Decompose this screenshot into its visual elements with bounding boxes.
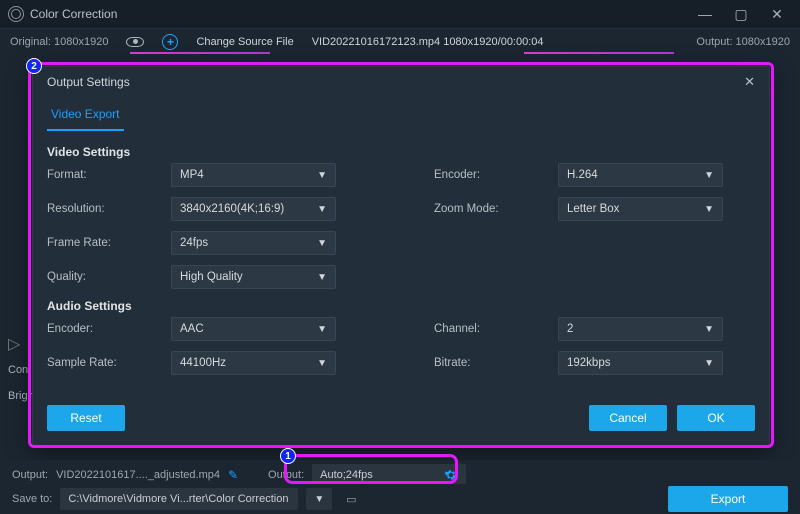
edit-output-name-icon[interactable]: ✎ [228, 468, 238, 482]
chevron-down-icon: ▼ [704, 324, 714, 335]
resolution-label: Resolution: [47, 203, 157, 215]
output-file-label: Output: [12, 469, 48, 481]
zoom-mode-label: Zoom Mode: [434, 203, 544, 215]
quality-label: Quality: [47, 271, 157, 283]
close-dialog-button[interactable]: ✕ [744, 74, 755, 90]
chevron-down-icon: ▼ [317, 238, 327, 249]
ok-button[interactable]: OK [677, 405, 755, 431]
output-file-name: VID2022101617...._adjusted.mp4 [56, 469, 220, 481]
maximize-button[interactable]: ▢ [726, 3, 756, 25]
preview-eye-icon[interactable] [126, 37, 144, 47]
channel-dropdown[interactable]: 2▼ [558, 317, 723, 341]
audio-encoder-value: AAC [180, 323, 204, 335]
format-label: Format: [47, 169, 157, 181]
cancel-button[interactable]: Cancel [589, 405, 667, 431]
zoom-mode-dropdown[interactable]: Letter Box ▼ [558, 197, 723, 221]
sample-rate-dropdown[interactable]: 44100Hz ▼ [171, 351, 336, 375]
annotation-badge-1: 1 [280, 448, 296, 464]
top-info-strip: Original: 1080x1920 + Change Source File… [0, 28, 800, 54]
frame-rate-dropdown[interactable]: 24fps ▼ [171, 231, 336, 255]
resolution-value: 3840x2160(4K;16:9) [180, 203, 284, 215]
dialog-title: Output Settings [47, 75, 130, 89]
audio-encoder-dropdown[interactable]: AAC ▼ [171, 317, 336, 341]
chevron-down-icon: ▼ [704, 170, 714, 181]
output-preset-label: Output: [268, 469, 304, 481]
change-source-link[interactable]: Change Source File [196, 36, 293, 48]
chevron-down-icon: ▼ [317, 170, 327, 181]
close-window-button[interactable]: ✕ [762, 3, 792, 25]
chevron-down-icon: ▼ [704, 358, 714, 369]
encoder-value: H.264 [567, 169, 598, 181]
frame-rate-value: 24fps [180, 237, 208, 249]
source-file-info: VID20221016172123.mp4 1080x1920/00:00:04 [312, 36, 544, 48]
frame-rate-label: Frame Rate: [47, 237, 157, 249]
play-icon[interactable]: ▷ [8, 334, 20, 354]
zoom-mode-value: Letter Box [567, 203, 619, 215]
format-dropdown[interactable]: MP4 ▼ [171, 163, 336, 187]
chevron-down-icon: ▼ [317, 324, 327, 335]
reset-button[interactable]: Reset [47, 405, 125, 431]
export-button[interactable]: Export [668, 486, 788, 512]
resolution-dropdown[interactable]: 3840x2160(4K;16:9) ▼ [171, 197, 336, 221]
tab-video-export[interactable]: Video Export [47, 101, 124, 131]
output-dimensions: Output: 1080x1920 [696, 36, 790, 48]
bitrate-value: 192kbps [567, 357, 610, 369]
original-dimensions: Original: 1080x1920 [10, 36, 108, 48]
output-preset-box[interactable]: Auto;24fps [312, 464, 466, 486]
bitrate-label: Bitrate: [434, 357, 544, 369]
audio-settings-heading: Audio Settings [47, 299, 755, 313]
chevron-down-icon: ▼ [704, 204, 714, 215]
sample-rate-label: Sample Rate: [47, 357, 157, 369]
open-folder-icon[interactable]: ▭ [340, 488, 362, 510]
gear-icon[interactable] [444, 468, 458, 482]
format-value: MP4 [180, 169, 204, 181]
save-path-value: C:\Vidmore\Vidmore Vi...rter\Color Corre… [68, 493, 288, 505]
save-bar: Save to: C:\Vidmore\Vidmore Vi...rter\Co… [0, 484, 800, 514]
chevron-down-icon: ▼ [317, 358, 327, 369]
chevron-down-icon: ▼ [317, 204, 327, 215]
save-path-dropdown[interactable]: ▼ [306, 488, 332, 510]
bitrate-dropdown[interactable]: 192kbps ▼ [558, 351, 723, 375]
quality-value: High Quality [180, 271, 243, 283]
save-path-box[interactable]: C:\Vidmore\Vidmore Vi...rter\Color Corre… [60, 488, 298, 510]
minimize-button[interactable]: — [690, 3, 720, 25]
save-to-label: Save to: [12, 493, 52, 505]
title-bar: Color Correction — ▢ ✕ [0, 0, 800, 28]
output-preset-value: Auto;24fps [320, 469, 373, 481]
add-source-icon[interactable]: + [162, 34, 178, 50]
channel-value: 2 [567, 323, 573, 335]
encoder-dropdown[interactable]: H.264 ▼ [558, 163, 723, 187]
app-logo-icon [8, 6, 24, 22]
channel-label: Channel: [434, 323, 544, 335]
quality-dropdown[interactable]: High Quality ▼ [171, 265, 336, 289]
app-title: Color Correction [30, 7, 117, 21]
annotation-badge-2: 2 [26, 58, 42, 74]
chevron-down-icon: ▼ [317, 272, 327, 283]
output-settings-dialog: Output Settings ✕ Video Export Video Set… [32, 66, 770, 446]
audio-encoder-label: Encoder: [47, 323, 157, 335]
video-settings-heading: Video Settings [47, 145, 755, 159]
encoder-label: Encoder: [434, 169, 544, 181]
sample-rate-value: 44100Hz [180, 357, 226, 369]
